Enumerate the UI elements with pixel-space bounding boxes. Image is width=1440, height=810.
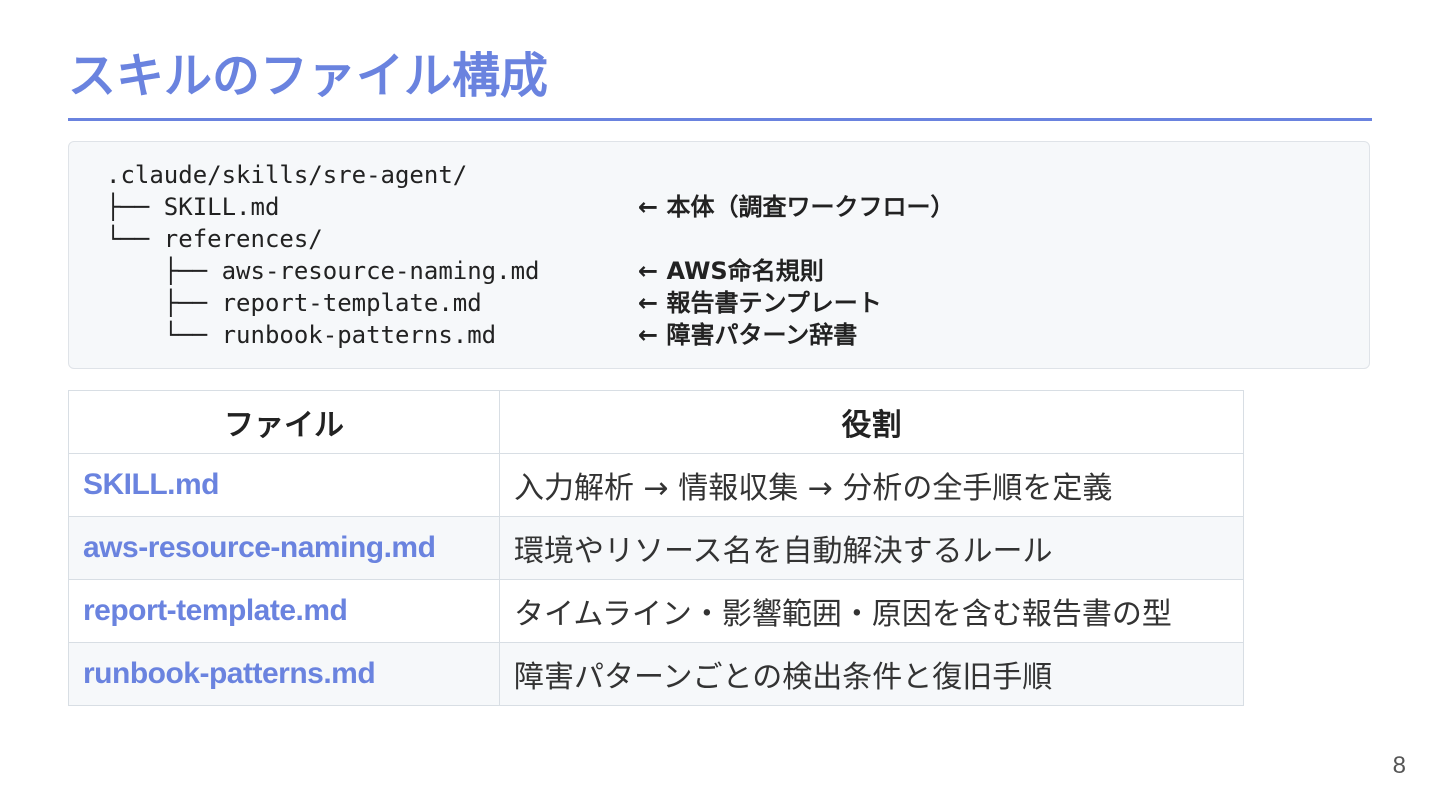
file-role-cell: タイムライン・影響範囲・原因を含む報告書の型 bbox=[499, 579, 1244, 643]
column-header-role: 役割 bbox=[499, 390, 1244, 454]
table-row: report-template.md タイムライン・影響範囲・原因を含む報告書の… bbox=[68, 579, 1244, 643]
tree-note-aws-naming: ← AWS命名規則 bbox=[638, 257, 824, 285]
file-name-cell: SKILL.md bbox=[68, 453, 500, 517]
tree-line-skill-md: ├── SKILL.md bbox=[106, 193, 280, 221]
file-role-cell: 入力解析 → 情報収集 → 分析の全手順を定義 bbox=[499, 453, 1244, 517]
table-header-row: ファイル 役割 bbox=[68, 390, 1244, 454]
file-roles-table: ファイル 役割 SKILL.md 入力解析 → 情報収集 → 分析の全手順を定義… bbox=[68, 390, 1244, 706]
tree-line-aws-naming: ├── aws-resource-naming.md bbox=[106, 257, 540, 285]
table-row: SKILL.md 入力解析 → 情報収集 → 分析の全手順を定義 bbox=[68, 453, 1244, 517]
tree-line-root: .claude/skills/sre-agent/ bbox=[106, 161, 468, 189]
page-number: 8 bbox=[1392, 752, 1406, 779]
tree-note-report-template: ← 報告書テンプレート bbox=[638, 289, 882, 317]
tree-note-skill-md: ← 本体（調査ワークフロー） bbox=[638, 193, 955, 221]
table-row: runbook-patterns.md 障害パターンごとの検出条件と復旧手順 bbox=[68, 642, 1244, 706]
file-name-cell: report-template.md bbox=[68, 579, 500, 643]
table-row: aws-resource-naming.md 環境やリソース名を自動解決するルー… bbox=[68, 516, 1244, 580]
file-name-cell: aws-resource-naming.md bbox=[68, 516, 500, 580]
tree-line-runbook: └── runbook-patterns.md bbox=[106, 321, 497, 349]
file-name-cell: runbook-patterns.md bbox=[68, 642, 500, 706]
title-divider bbox=[68, 118, 1372, 121]
tree-note-runbook: ← 障害パターン辞書 bbox=[638, 321, 858, 349]
slide-title: スキルのファイル構成 bbox=[68, 48, 549, 104]
tree-line-report-template: ├── report-template.md bbox=[106, 289, 482, 317]
file-role-cell: 環境やリソース名を自動解決するルール bbox=[499, 516, 1244, 580]
directory-tree-block: .claude/skills/sre-agent/ ├── SKILL.md ←… bbox=[68, 141, 1370, 369]
tree-line-references: └── references/ bbox=[106, 225, 323, 253]
file-role-cell: 障害パターンごとの検出条件と復旧手順 bbox=[499, 642, 1244, 706]
column-header-file: ファイル bbox=[68, 390, 500, 454]
